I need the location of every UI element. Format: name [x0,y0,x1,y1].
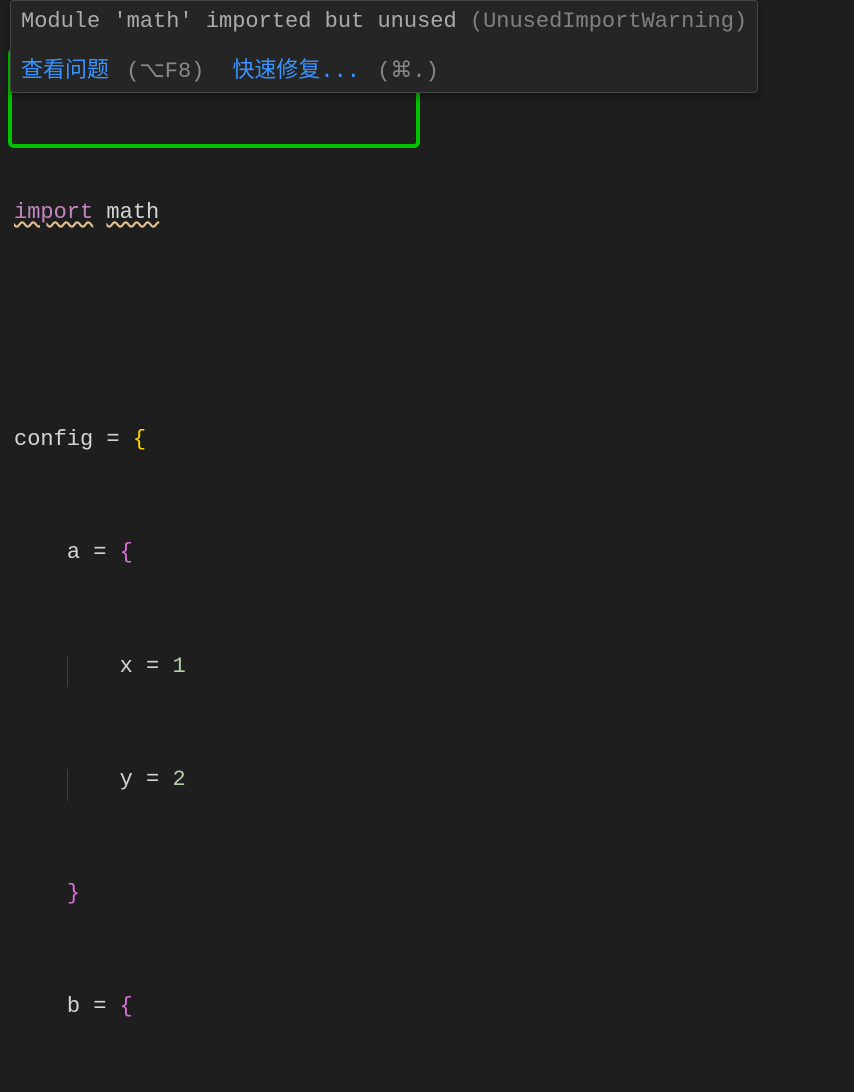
code-line-b: b = { [14,988,186,1026]
code-line-config: config = { [14,421,186,459]
brace-open: { [120,540,133,565]
brace-close: } [67,881,80,906]
view-problem-shortcut: (⌥F8) [126,59,204,84]
view-problem-label: 查看问题 [21,59,109,84]
op-eq: = [93,994,106,1019]
diagnostic-actions: 查看问题 (⌥F8) 快速修复... (⌘.) [21,52,747,84]
code-line-blank [14,307,186,345]
var-y: y [120,767,133,792]
code-line-a-close: } [14,875,186,913]
keyword-import: import [14,200,93,225]
var-x: x [120,654,133,679]
diagnostic-code: (UnusedImportWarning) [470,9,747,34]
code-line-a: a = { [14,534,186,572]
num-1: 1 [172,654,185,679]
code-line-ax: x = 1 [14,648,186,686]
view-problem-link[interactable]: 查看问题 (⌥F8) [21,52,204,84]
op-eq: = [146,654,159,679]
op-eq: = [146,767,159,792]
quick-fix-link[interactable]: 快速修复... (⌘.) [232,52,438,84]
brace-open: { [120,994,133,1019]
diagnostic-text: Module 'math' imported but unused [21,9,470,34]
quick-fix-shortcut: (⌘.) [377,59,439,84]
code-line-import: import math [14,194,186,232]
module-name: math [106,200,159,225]
diagnostic-message: Module 'math' imported but unused (Unuse… [21,7,747,38]
brace-open: { [133,427,146,452]
code-line-ay: y = 2 [14,761,186,799]
var-config: config [14,427,93,452]
var-a: a [67,540,80,565]
diagnostic-tooltip: Module 'math' imported but unused (Unuse… [10,0,758,93]
num-2: 2 [172,767,185,792]
var-b: b [67,994,80,1019]
quick-fix-label: 快速修复... [232,59,360,84]
code-editor[interactable]: import math config = { a = { x = 1 y = 2… [14,118,186,1092]
op-eq: = [106,427,119,452]
op-eq: = [93,540,106,565]
